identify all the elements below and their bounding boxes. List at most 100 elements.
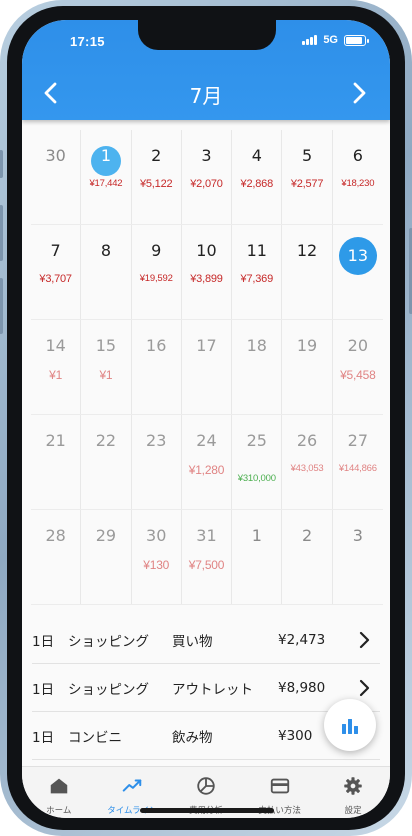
day-number: 17 [196,336,217,355]
chevron-right-icon[interactable] [354,679,374,697]
calendar-day[interactable]: 11 ¥7,369 [232,225,283,319]
calendar-day[interactable]: 6 ¥18,230 [333,130,383,224]
day-number: 13 [338,237,377,275]
calendar-day[interactable]: 24 ¥1,280 [182,415,233,509]
day-number: 9 [151,241,162,260]
mute-switch [0,150,3,178]
calendar-day[interactable]: 7 ¥3,707 [31,225,82,319]
calendar-day[interactable]: 10 ¥3,899 [182,225,233,319]
transaction-amount: ¥8,980 [278,679,326,696]
home-icon [48,775,70,801]
day-number: 22 [95,431,117,450]
day-number: 30 [45,146,66,165]
calendar-week: 14 ¥1 15 ¥1 16 17 18 19 20 ¥5,458 [31,320,383,415]
calendar-day[interactable]: 1 ¥17,442 [81,130,132,224]
volume-up-button [0,205,3,261]
calendar-day[interactable]: 15 ¥1 [81,320,132,414]
calendar-day[interactable]: 20 ¥5,458 [333,320,383,414]
calendar-day[interactable]: 16 [132,320,182,414]
signal-icon [302,35,318,45]
calendar-day[interactable]: 31 ¥7,500 [182,510,233,604]
transaction-subcategory: アウトレット [172,681,253,698]
calendar-day[interactable]: 30 [31,130,82,224]
calendar-day[interactable]: 8 [81,225,132,319]
expense-amount: ¥130 [143,558,170,572]
chevron-right-icon[interactable] [354,631,374,649]
day-number: 3 [352,526,363,545]
expense-amount: ¥1 [99,368,113,382]
next-month-button[interactable] [342,76,376,110]
day-number: 25 [246,431,267,450]
calendar-day[interactable]: 18 [232,320,283,414]
calendar-day[interactable]: 27 ¥144,866 [333,415,383,509]
expense-amount: ¥2,070 [190,178,223,190]
transaction-category: コンビニ [68,729,122,746]
expense-amount: ¥5,458 [340,368,376,382]
nav-item-home[interactable]: ホーム [22,767,96,818]
expense-amount: ¥1,280 [188,463,225,477]
calendar-day[interactable]: 21 [31,415,82,509]
calendar-day[interactable]: 22 [81,415,132,509]
calendar-day[interactable]: 3 ¥2,070 [182,130,233,224]
calendar-week: 7 ¥3,707 8 9 ¥19,592 10 ¥3,899 11 ¥7,369 12 13 [31,225,383,320]
day-number: 8 [100,241,112,260]
timeline-icon [121,775,143,801]
bar-chart-icon [342,719,358,734]
transaction-day: 1日 [32,633,55,650]
calendar-day[interactable]: 14 ¥1 [31,320,82,414]
calendar-day[interactable]: 30 ¥130 [132,510,182,604]
expense-amount: ¥1 [49,368,63,382]
calendar-week: 30 1 ¥17,442 2 ¥5,122 3 ¥2,070 4 ¥2,868 5 ¥2,577 6 ¥… [31,130,383,225]
calendar-day[interactable]: 23 [132,415,182,509]
phone-frame: 17:15 5G 7月 30 1 ¥17,442 2 ¥5,122 3 ¥2,070 4 [0,0,412,836]
day-number: 2 [151,146,162,165]
income-amount: ¥310,000 [237,473,276,484]
calendar-day[interactable]: 3 [333,510,383,604]
transaction-category: ショッピング [68,633,149,650]
calendar-day[interactable]: 2 [282,510,333,604]
expense-amount: ¥17,442 [89,178,123,189]
expense-amount: ¥18,230 [341,178,375,189]
transaction-row[interactable]: 1日 ショッピング 買い物 ¥2,473 [32,616,380,664]
battery-icon [344,34,369,46]
day-number: 1 [251,526,262,545]
transaction-amount: ¥2,473 [278,631,326,648]
calendar-day[interactable]: 26 ¥43,053 [282,415,333,509]
expense-amount: ¥43,053 [290,463,324,474]
calendar-day[interactable]: 2 ¥5,122 [132,130,182,224]
calendar-day[interactable]: 4 ¥2,868 [232,130,283,224]
day-number: 23 [146,431,167,450]
calendar-day[interactable]: 12 [282,225,333,319]
transaction-category: ショッピング [68,681,149,698]
calendar-day[interactable]: 28 [31,510,82,604]
calendar-week: 28 29 30 ¥130 31 ¥7,500 1 2 3 [31,510,383,605]
expense-amount: ¥7,369 [240,273,274,285]
calendar-day[interactable]: 25 ¥310,000 [232,415,283,509]
day-number: 18 [246,336,267,355]
transaction-row[interactable]: 1日 ショッピング アウトレット ¥8,980 [32,664,380,712]
day-number: 19 [296,336,318,355]
calendar-day[interactable]: 1 [232,510,283,604]
status-indicators: 5G [302,34,369,46]
stats-fab-button[interactable] [324,699,376,751]
day-number: 21 [45,431,66,450]
expense-amount: ¥7,500 [188,558,225,572]
nav-item-gear[interactable]: 設定 [316,767,390,818]
calendar-day[interactable]: 9 ¥19,592 [132,225,182,319]
day-number: 27 [347,431,369,450]
calendar-day[interactable]: 17 [182,320,233,414]
calendar-day[interactable]: 5 ¥2,577 [282,130,333,224]
day-number: 11 [246,241,267,260]
expense-amount: ¥2,868 [240,178,274,190]
day-number: 12 [296,241,318,260]
day-number: 2 [301,526,313,545]
calendar-day[interactable]: 19 [282,320,333,414]
day-number: 26 [296,431,318,450]
nav-label: ホーム [46,806,72,816]
credit-card-icon [269,775,291,801]
calendar-day[interactable]: 29 [81,510,132,604]
calendar-day[interactable]: 13 [333,225,383,319]
transaction-day: 1日 [32,681,55,698]
nav-label: 設定 [344,806,362,816]
day-number: 10 [196,241,217,260]
